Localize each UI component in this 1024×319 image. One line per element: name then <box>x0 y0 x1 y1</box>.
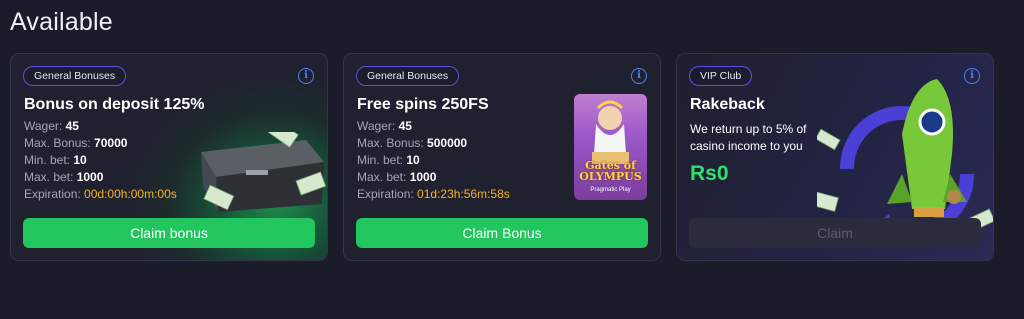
rakeback-description: We return up to 5% of casino income to y… <box>690 122 807 153</box>
min-bet-row: Min. bet: 10 <box>24 153 87 167</box>
bonus-details: Wager: 45 Max. Bonus: 70000 Min. bet: 10… <box>24 118 177 203</box>
max-bet-row: Max. bet: 1000 <box>24 170 104 184</box>
bonus-title: Bonus on deposit 125% <box>24 96 205 113</box>
info-icon[interactable]: i <box>964 68 980 84</box>
game-logo: Gates of OLYMPUS <box>579 159 642 183</box>
game-thumbnail[interactable]: Gates of OLYMPUS Pragmatic Play <box>574 94 647 200</box>
bonus-category-tag: General Bonuses <box>23 66 127 86</box>
vip-club-tag: VIP Club <box>689 66 753 86</box>
claim-bonus-button[interactable]: Claim bonus <box>23 218 315 248</box>
max-bet-row: Max. bet: 1000 <box>357 170 437 184</box>
wager-row: Wager: 45 <box>357 119 412 133</box>
bonus-card-deposit: General Bonuses i Bonus on deposit 125% … <box>10 53 328 261</box>
info-icon[interactable]: i <box>631 68 647 84</box>
bonus-card-free-spins: General Bonuses i Free spins 250FS Wager… <box>343 53 661 261</box>
info-icon[interactable]: i <box>298 68 314 84</box>
wager-row: Wager: 45 <box>24 119 79 133</box>
bonus-title: Free spins 250FS <box>357 96 489 113</box>
claim-rakeback-button[interactable]: Claim <box>689 218 981 248</box>
max-bonus-row: Max. Bonus: 500000 <box>357 136 468 150</box>
claim-free-spins-button[interactable]: Claim Bonus <box>356 218 648 248</box>
bonus-details: Wager: 45 Max. Bonus: 500000 Min. bet: 1… <box>357 118 510 203</box>
expiration-row: Expiration: 01d:23h:56m:58s <box>357 187 510 201</box>
briefcase-money-illustration <box>201 132 326 212</box>
rakeback-card: VIP Club i Rakeback We return up to 5% o… <box>676 53 994 261</box>
expiration-row: Expiration: 00d:00h:00m:00s <box>24 187 177 201</box>
rakeback-title: Rakeback <box>690 96 765 113</box>
section-title: Available <box>10 8 113 36</box>
max-bonus-row: Max. Bonus: 70000 <box>24 136 128 150</box>
game-provider: Pragmatic Play <box>590 187 631 193</box>
min-bet-row: Min. bet: 10 <box>357 153 420 167</box>
zeus-figure-icon <box>592 100 629 164</box>
bonus-category-tag: General Bonuses <box>356 66 460 86</box>
rakeback-amount: Rs0 <box>690 162 729 185</box>
